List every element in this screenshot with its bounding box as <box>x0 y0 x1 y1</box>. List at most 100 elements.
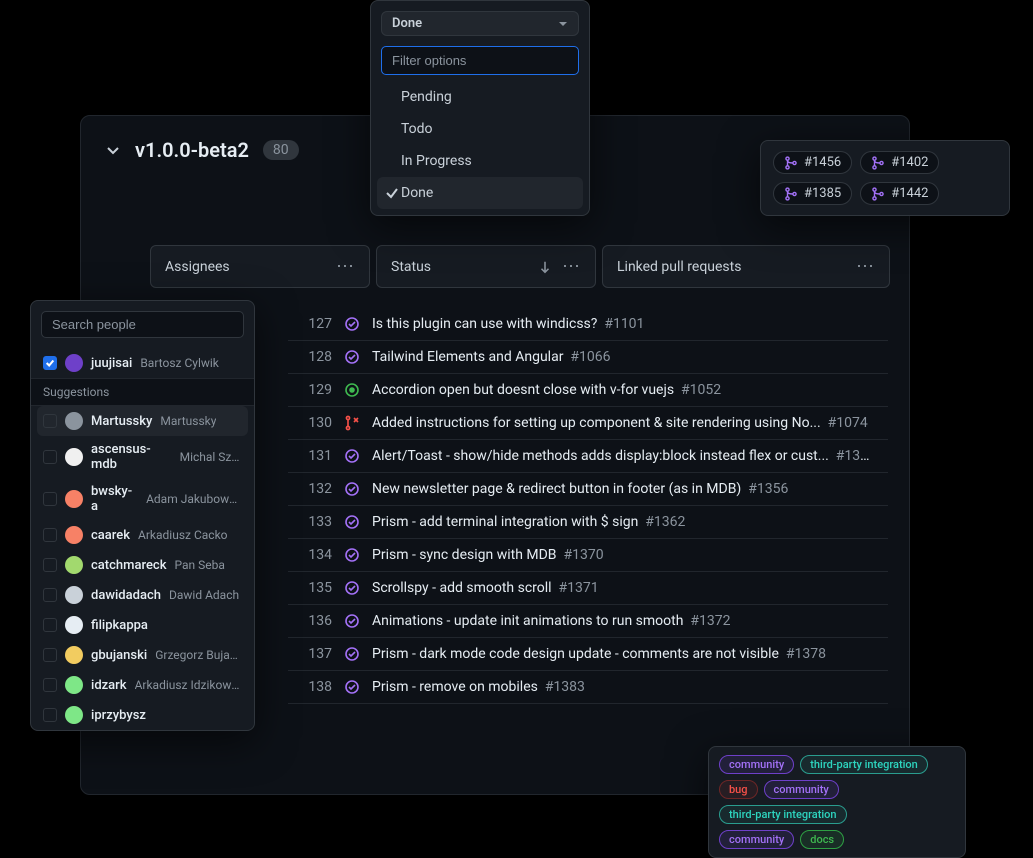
arrow-down-icon[interactable] <box>538 260 552 274</box>
column-header-linked-pr[interactable]: Linked pull requests ⋯ <box>602 245 890 288</box>
selected-assignee-row[interactable]: juujisai Bartosz Cylwik <box>31 348 254 378</box>
column-header-status[interactable]: Status ⋯ <box>376 245 596 288</box>
checkbox-icon[interactable] <box>43 588 57 602</box>
label-docs[interactable]: docs <box>800 830 844 849</box>
username: dawidadach <box>91 588 161 603</box>
assignee-suggestion-row[interactable]: idzarkArkadiusz Idzikowski <box>31 670 254 700</box>
filter-option-pending[interactable]: Pending <box>371 81 589 113</box>
filter-search-input[interactable] <box>381 46 579 75</box>
checkbox-icon[interactable] <box>43 528 57 542</box>
issue-row[interactable]: 130Added instructions for setting up com… <box>288 407 888 440</box>
assignee-suggestion-row[interactable]: iprzybysz <box>31 700 254 730</box>
realname: Adam Jakubowski <box>146 492 242 506</box>
pr-pill[interactable]: #1385 <box>773 182 852 205</box>
issue-row[interactable]: 132New newsletter page & redirect button… <box>288 473 888 506</box>
row-number: 129 <box>302 382 332 398</box>
label-third-party-integration[interactable]: third-party integration <box>800 755 928 774</box>
issue-id: #1372 <box>690 613 730 629</box>
pr-pill[interactable]: #1442 <box>860 182 939 205</box>
assignee-suggestion-row[interactable]: MartusskyMartussky <box>37 406 248 436</box>
username: caarek <box>91 528 130 543</box>
assignee-suggestion-row[interactable]: dawidadach Dawid Adach <box>31 580 254 610</box>
status-done-icon <box>344 514 360 530</box>
pr-pill[interactable]: #1456 <box>773 151 852 174</box>
checkbox-icon[interactable] <box>43 414 57 428</box>
more-icon[interactable]: ⋯ <box>562 256 581 277</box>
checkbox-icon[interactable] <box>43 356 57 370</box>
checkbox-icon[interactable] <box>43 450 57 464</box>
label-community[interactable]: community <box>719 830 794 849</box>
issue-row[interactable]: 128Tailwind Elements and Angular #1066 <box>288 341 888 374</box>
issue-row[interactable]: 138Prism - remove on mobiles #1383 <box>288 671 888 704</box>
status-open-icon <box>344 382 360 398</box>
filter-option-todo[interactable]: Todo <box>371 113 589 145</box>
row-number: 132 <box>302 481 332 497</box>
issue-row[interactable]: 136Animations - update init animations t… <box>288 605 888 638</box>
filter-selected-value[interactable]: Done <box>381 11 579 36</box>
issue-row[interactable]: 133Prism - add terminal integration with… <box>288 506 888 539</box>
realname: Arkadiusz Idzikowski <box>135 678 242 692</box>
assignee-suggestion-row[interactable]: gbujanskiGrzegorz Bujański <box>31 640 254 670</box>
pr-pill[interactable]: #1402 <box>860 151 939 174</box>
search-people-input[interactable] <box>41 311 244 338</box>
issue-title: Prism - sync design with MDB #1370 <box>372 547 874 563</box>
username: Martussky <box>91 414 152 429</box>
assignee-suggestion-row[interactable]: bwsky-aAdam Jakubowski <box>31 478 254 520</box>
issue-title: Alert/Toast - show/hide methods adds dis… <box>372 448 874 464</box>
label-bug[interactable]: bug <box>719 780 758 799</box>
checkbox-icon[interactable] <box>43 558 57 572</box>
issue-title: Is this plugin can use with windicss? #1… <box>372 316 874 332</box>
git-merge-icon <box>784 187 798 201</box>
issue-id: #1383 <box>545 679 585 695</box>
more-icon[interactable]: ⋯ <box>856 256 875 277</box>
more-icon[interactable]: ⋯ <box>336 256 355 277</box>
assignee-suggestion-row[interactable]: caarek Arkadiusz Cacko <box>31 520 254 550</box>
assignee-suggestion-row[interactable]: filipkappa <box>31 610 254 640</box>
check-icon <box>385 186 399 200</box>
label-row: community third-party integration <box>719 755 955 774</box>
realname: Michal Szy... <box>180 450 242 464</box>
label-community[interactable]: community <box>719 755 794 774</box>
git-merge-icon <box>784 156 798 170</box>
row-number: 138 <box>302 679 332 695</box>
realname: Arkadiusz Cacko <box>138 528 227 542</box>
row-number: 135 <box>302 580 332 596</box>
username: ascensus-mdb <box>91 442 172 472</box>
avatar <box>65 556 83 574</box>
issue-title: Prism - dark mode code design update - c… <box>372 646 874 662</box>
label-third-party-integration[interactable]: third-party integration <box>719 805 847 824</box>
suggestions-header: Suggestions <box>31 378 254 406</box>
label-row: bug community third-party integration <box>719 780 955 824</box>
issue-row[interactable]: 127Is this plugin can use with windicss?… <box>288 308 888 341</box>
status-done-icon <box>344 613 360 629</box>
filter-option-in-progress[interactable]: In Progress <box>371 145 589 177</box>
issue-row[interactable]: 137Prism - dark mode code design update … <box>288 638 888 671</box>
label-community[interactable]: community <box>764 780 839 799</box>
checkbox-icon[interactable] <box>43 708 57 722</box>
issue-id: #1052 <box>681 382 721 398</box>
checkbox-icon[interactable] <box>43 618 57 632</box>
checkbox-icon[interactable] <box>43 678 57 692</box>
filter-option-done[interactable]: Done <box>377 177 583 209</box>
issue-row[interactable]: 135Scrollspy - add smooth scroll #1371 <box>288 572 888 605</box>
column-header-assignees[interactable]: Assignees ⋯ <box>150 245 370 288</box>
issue-row[interactable]: 131Alert/Toast - show/hide methods adds … <box>288 440 888 473</box>
avatar <box>65 676 83 694</box>
realname: Dawid Adach <box>169 588 239 602</box>
issue-id: #1354 <box>836 448 874 464</box>
avatar <box>65 706 83 724</box>
issue-title: Animations - update init animations to r… <box>372 613 874 629</box>
assignee-suggestion-row[interactable]: catchmareckPan Seba <box>31 550 254 580</box>
issue-row[interactable]: 134 Prism - sync design with MDB #1370 <box>288 539 888 572</box>
checkbox-icon[interactable] <box>43 648 57 662</box>
chevron-down-icon[interactable] <box>105 142 121 158</box>
row-number: 134 <box>302 547 332 563</box>
git-merge-icon <box>871 156 885 170</box>
issue-row[interactable]: 129Accordion open but doesnt close with … <box>288 374 888 407</box>
issue-id: #1101 <box>604 316 644 332</box>
avatar <box>65 490 83 508</box>
checkbox-icon[interactable] <box>43 492 57 506</box>
status-done-icon <box>344 547 360 563</box>
username: gbujanski <box>91 648 147 663</box>
assignee-suggestion-row[interactable]: ascensus-mdb Michal Szy... <box>31 436 254 478</box>
